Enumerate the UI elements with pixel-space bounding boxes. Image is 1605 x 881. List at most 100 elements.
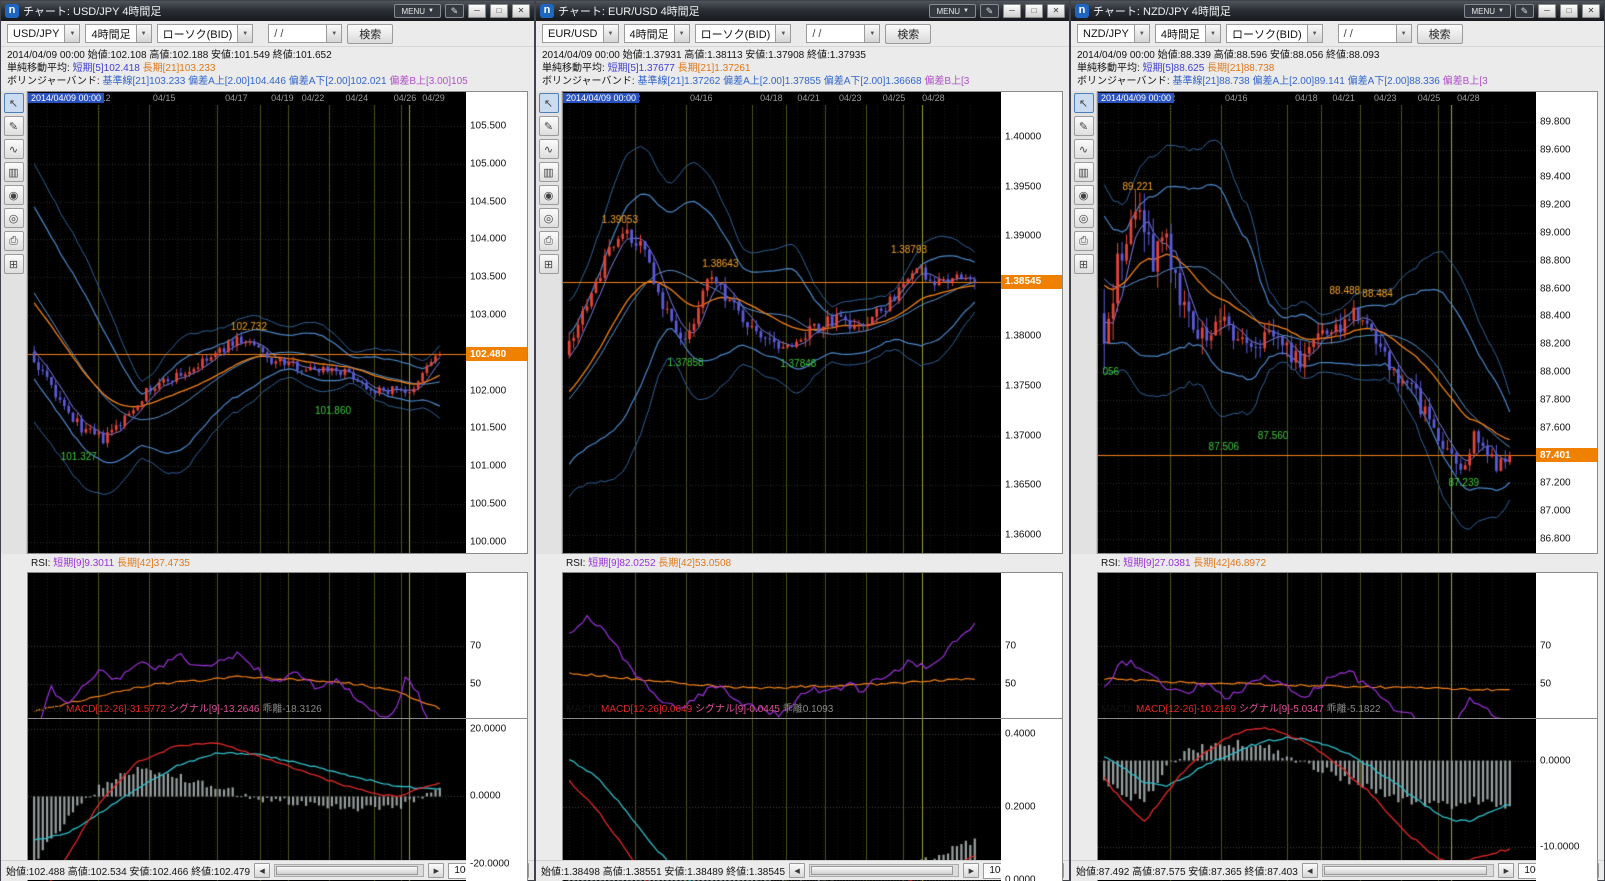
price-chart-canvas[interactable] <box>28 105 466 553</box>
close-button[interactable]: ✕ <box>1047 4 1065 18</box>
print-tool-icon[interactable]: ⎙ <box>539 231 559 251</box>
macd-axis: 20.00000.0000-20.0000-40.0000 <box>466 718 528 881</box>
scroll-left-button[interactable]: ◀ <box>1302 863 1318 878</box>
pair-select[interactable]: EUR/USD▼ <box>542 24 619 43</box>
info-segment: 単純移動平均: <box>1077 63 1143 74</box>
price-chart-canvas[interactable] <box>1098 105 1536 553</box>
scroll-right-button[interactable]: ▶ <box>428 863 444 878</box>
info-segment: 長期[42]53.0508 <box>658 558 731 569</box>
scroll-left-button[interactable]: ◀ <box>254 863 270 878</box>
axis-tick-label: 1.37500 <box>1005 380 1041 391</box>
edit-tool-icon[interactable]: ✎ <box>1515 4 1534 18</box>
cursor-tool-icon[interactable]: ↖ <box>1074 93 1094 113</box>
maximize-button[interactable]: □ <box>490 4 508 18</box>
main-chart-row: ↖✎∿▥◉◎⎙⊞ 2014/04/09 00:00204/1604/1804/2… <box>1071 91 1598 554</box>
search-button[interactable]: 検索 <box>347 24 393 44</box>
indicator-tool-icon[interactable]: ▥ <box>4 162 24 182</box>
pair-select[interactable]: NZD/JPY▼ <box>1077 24 1150 43</box>
info-segment: 長期[21]103.233 <box>143 63 216 74</box>
view-tool-icon[interactable]: ◎ <box>4 208 24 228</box>
price-chart-canvas[interactable] <box>563 105 1001 553</box>
layout-tool-icon[interactable]: ⊞ <box>539 254 559 274</box>
minimize-button[interactable]: ─ <box>1003 4 1021 18</box>
info-segment: 偏差A下[2.00]1.36668 <box>824 76 925 87</box>
selected-date-label: 2014/04/09 00:00 <box>563 93 639 103</box>
date-input-value: / / <box>274 28 283 40</box>
close-button[interactable]: ✕ <box>512 4 530 18</box>
view-tool-icon[interactable]: ◎ <box>1074 208 1094 228</box>
edit-tool-icon[interactable]: ✎ <box>980 4 999 18</box>
compare-tool-icon[interactable]: ◉ <box>1074 185 1094 205</box>
line-chart-tool-icon[interactable]: ∿ <box>539 139 559 159</box>
indicator-tool-icon[interactable]: ▥ <box>1074 162 1094 182</box>
axis-tick-label: 50 <box>1540 679 1551 690</box>
chevron-down-icon: ▼ <box>237 25 252 42</box>
timeframe-select[interactable]: 4時間足▼ <box>624 24 690 43</box>
info-segment: RSI: <box>566 558 588 569</box>
date-input[interactable]: / /▼ <box>1338 24 1412 43</box>
app-logo-icon: n <box>540 4 554 18</box>
close-button[interactable]: ✕ <box>1582 4 1600 18</box>
compare-tool-icon[interactable]: ◉ <box>4 185 24 205</box>
layout-tool-icon[interactable]: ⊞ <box>1074 254 1094 274</box>
print-tool-icon[interactable]: ⎙ <box>1074 231 1094 251</box>
macd-canvas[interactable] <box>1097 718 1536 881</box>
chevron-down-icon: ▼ <box>136 25 151 42</box>
draw-tool-icon[interactable]: ✎ <box>1074 116 1094 136</box>
timeframe-select[interactable]: 4時間足▼ <box>1155 24 1221 43</box>
maximize-button[interactable]: □ <box>1025 4 1043 18</box>
chart-toolbar: EUR/USD▼ 4時間足▼ ローソク(BID)▼ / /▼ 検索 <box>536 21 1069 47</box>
info-segment: シグナル[9]-0.0445 <box>695 704 783 715</box>
chart-scrollbar[interactable] <box>274 864 424 877</box>
view-tool-icon[interactable]: ◎ <box>539 208 559 228</box>
timeframe-select[interactable]: 4時間足▼ <box>85 24 151 43</box>
macd-axis: 0.40000.20000.0000 <box>1001 718 1063 881</box>
indicator-tool-icon[interactable]: ▥ <box>539 162 559 182</box>
scroll-left-button[interactable]: ◀ <box>789 863 805 878</box>
compare-tool-icon[interactable]: ◉ <box>539 185 559 205</box>
cursor-tool-icon[interactable]: ↖ <box>4 93 24 113</box>
scrollbar-thumb[interactable] <box>1324 866 1488 875</box>
pair-select-value: USD/JPY <box>13 28 59 40</box>
scroll-right-button[interactable]: ▶ <box>1498 863 1514 878</box>
menu-button[interactable]: MENU▼ <box>1464 4 1511 18</box>
print-tool-icon[interactable]: ⎙ <box>4 231 24 251</box>
date-input[interactable]: / /▼ <box>268 24 342 43</box>
chevron-down-icon: ▼ <box>1134 25 1149 42</box>
axis-tick-label: 104.000 <box>470 234 506 245</box>
scrollbar-thumb[interactable] <box>811 866 953 875</box>
minimize-button[interactable]: ─ <box>1538 4 1556 18</box>
axis-tick-label: 89.200 <box>1540 200 1571 211</box>
menu-button[interactable]: MENU▼ <box>394 4 441 18</box>
maximize-button[interactable]: □ <box>1560 4 1578 18</box>
minimize-button[interactable]: ─ <box>468 4 486 18</box>
scrollbar-thumb[interactable] <box>276 866 418 875</box>
pair-select[interactable]: USD/JPY▼ <box>7 24 80 43</box>
axis-tick-label: 88.600 <box>1540 283 1571 294</box>
chart-style-select[interactable]: ローソク(BID)▼ <box>1226 24 1323 43</box>
draw-tool-icon[interactable]: ✎ <box>539 116 559 136</box>
line-chart-tool-icon[interactable]: ∿ <box>4 139 24 159</box>
chevron-down-icon: ▼ <box>603 25 618 42</box>
info-segment: 単純移動平均: <box>542 63 608 74</box>
axis-tick-label: 105.000 <box>470 158 506 169</box>
edit-tool-icon[interactable]: ✎ <box>445 4 464 18</box>
date-input[interactable]: / /▼ <box>806 24 880 43</box>
chart-scrollbar[interactable] <box>1322 864 1495 877</box>
chart-scrollbar[interactable] <box>809 864 959 877</box>
scroll-right-button[interactable]: ▶ <box>963 863 979 878</box>
chart-style-select[interactable]: ローソク(BID)▼ <box>157 24 254 43</box>
selected-ohlc-line: 2014/04/09 00:00 始値:102.108 高値:102.188 安… <box>7 49 528 62</box>
chart-window: n チャート: EUR/USD 4時間足 MENU▼ ✎ ─ □ ✕ EUR/U… <box>535 0 1070 881</box>
draw-tool-icon[interactable]: ✎ <box>4 116 24 136</box>
line-chart-tool-icon[interactable]: ∿ <box>1074 139 1094 159</box>
chart-style-select[interactable]: ローソク(BID)▼ <box>695 24 792 43</box>
macd-canvas[interactable] <box>562 718 1001 881</box>
macd-canvas[interactable] <box>27 718 466 881</box>
search-button[interactable]: 検索 <box>1417 24 1463 44</box>
layout-tool-icon[interactable]: ⊞ <box>4 254 24 274</box>
menu-button[interactable]: MENU▼ <box>929 4 976 18</box>
date-label: 04/23 <box>1374 93 1397 103</box>
cursor-tool-icon[interactable]: ↖ <box>539 93 559 113</box>
search-button[interactable]: 検索 <box>885 24 931 44</box>
